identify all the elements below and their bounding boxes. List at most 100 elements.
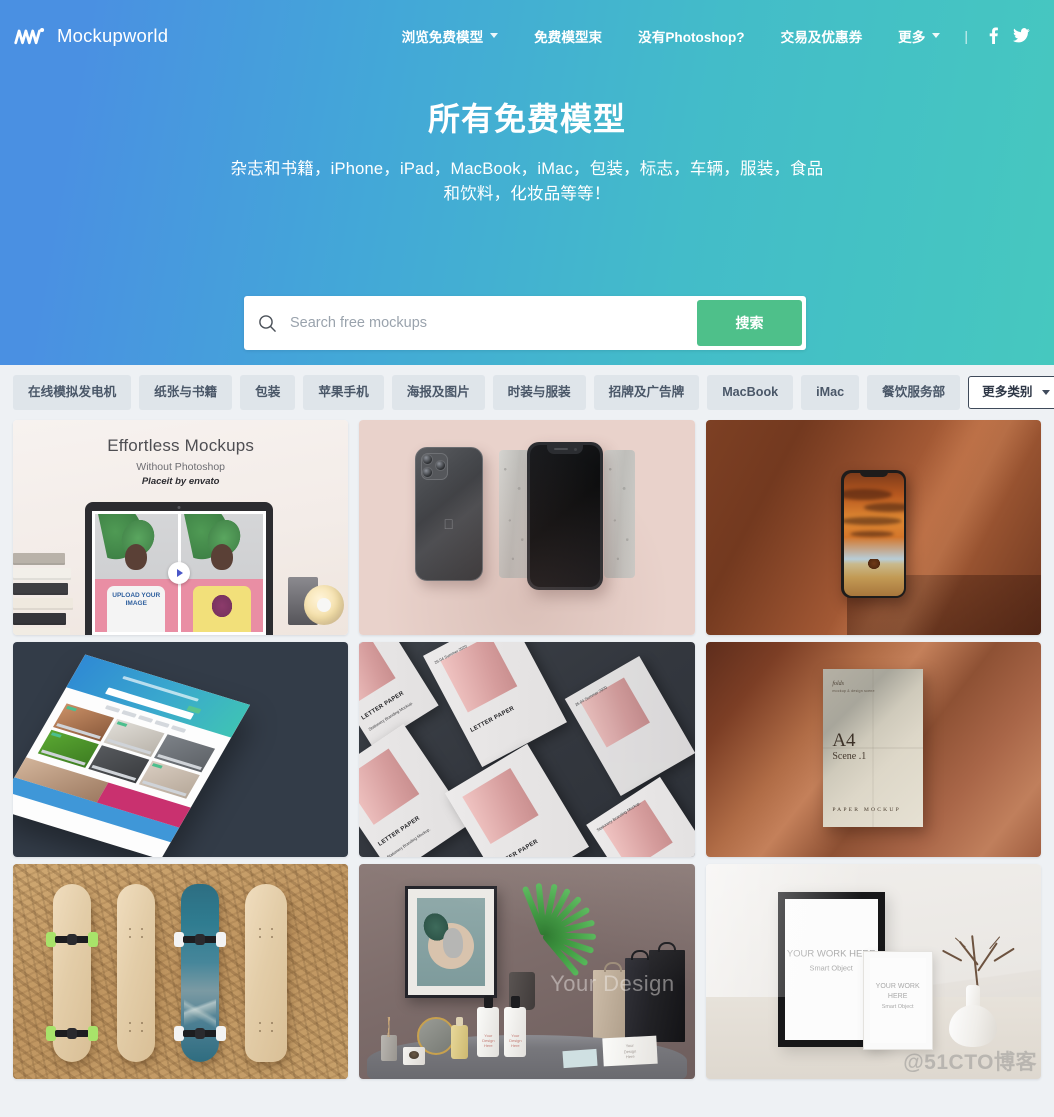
search-icon: [244, 296, 290, 350]
filter-chip-imac[interactable]: iMac: [801, 375, 860, 410]
letter-paper-scene: LETTER PAPER Stationery Branding Mockup.…: [359, 642, 695, 857]
skate-truck: [46, 932, 98, 947]
ad-background: Effortless Mockups Without Photoshop Pla…: [13, 420, 349, 635]
candle-jar: [403, 1047, 426, 1065]
nav-item-free-mockup-bundles[interactable]: 免费模型束: [516, 26, 620, 46]
a4-scene-label: Scene .1: [832, 751, 867, 762]
mockup-card-letter-paper[interactable]: LETTER PAPER Stationery Branding Mockup.…: [359, 642, 695, 857]
search-submit-button[interactable]: 搜索: [697, 300, 802, 346]
site-logo-link[interactable]: Mockupworld: [14, 25, 168, 47]
filter-chip-online-mockup-generator[interactable]: 在线模拟发电机: [13, 375, 132, 410]
filter-chip-paper-books[interactable]: 纸张与书籍: [139, 375, 233, 410]
mockup-card-frames-vase[interactable]: YOUR WORK HERE Smart Object YOUR WORK HE…: [705, 864, 1041, 1079]
your-design-overlay-text: Your Design: [550, 971, 675, 996]
skate-truck: [46, 1026, 98, 1041]
mockup-card-iphone-sunset[interactable]: [705, 420, 1041, 635]
skateboard-deck: [46, 884, 98, 1062]
filter-chip-apparel-clothing[interactable]: 时装与服装: [492, 375, 586, 410]
after-photo: [180, 514, 263, 632]
mockup-card-skateboards[interactable]: [13, 864, 349, 1079]
ad-title: Effortless Mockups: [107, 436, 255, 455]
folds-sublabel: mockup & design scene: [832, 689, 875, 693]
sunset-wallpaper: [843, 472, 904, 596]
nav-links: 浏览免费模型 免费模型束 没有Photoshop? 交易及优惠券 更多 |: [384, 25, 1032, 47]
skateboard-deck: [117, 884, 155, 1062]
iphone-pink-scene: : [359, 420, 695, 635]
letter-sheet: 26.04 Summer 2020: [565, 656, 695, 796]
iphone-sunset-device: [841, 470, 907, 598]
mockup-card-branding-scene[interactable]: Your Design Your Design Here Your Design Her…: [359, 864, 695, 1079]
mockup-card-website-slate[interactable]: [13, 642, 349, 857]
a4-footer-label: PAPER MOCKUP: [832, 807, 901, 813]
filter-chip-signage-billboards[interactable]: 招牌及广告牌: [593, 375, 700, 410]
mockup-card-placeit-ad[interactable]: Effortless Mockups Without Photoshop Pla…: [13, 420, 349, 635]
nav-item-browse-free-mockups[interactable]: 浏览免费模型: [384, 26, 517, 46]
filter-chip-posters-pictures[interactable]: 海报及图片: [391, 375, 485, 410]
laptop-device: UPLOAD YOUR IMAGE: [85, 502, 273, 635]
notch: [859, 470, 888, 477]
nav-item-deals-coupons[interactable]: 交易及优惠券: [763, 26, 881, 46]
brand-name: Mockupworld: [57, 24, 169, 46]
frame-placeholder-text: YOUR WORK HERE: [786, 948, 876, 960]
web-page-mockup: [13, 654, 251, 857]
skate-truck: [174, 1026, 226, 1041]
terracotta-scene: [705, 420, 1041, 635]
apple-logo-icon: : [443, 517, 456, 532]
osb-wood-scene: [13, 864, 349, 1079]
letter-sublabel: Stationery Branding Mockup.: [367, 700, 415, 732]
shirt-upload-text: UPLOAD YOUR IMAGE: [112, 592, 161, 608]
concrete-block-left: [499, 450, 531, 578]
letter-label: LETTER PAPER: [377, 815, 422, 848]
nav-label: 更多: [898, 29, 926, 45]
watermark: @51CTO博客: [903, 1051, 1037, 1074]
facebook-icon[interactable]: [982, 25, 1004, 47]
mockup-card-iphone-pink[interactable]: : [359, 420, 695, 635]
filter-chip-packaging[interactable]: 包装: [240, 375, 296, 410]
more-categories-label: 更多类别: [982, 385, 1033, 400]
filter-chip-food-beverage[interactable]: 餐饮服务部: [867, 375, 961, 410]
skate-truck: [174, 932, 226, 947]
chevron-down-icon: [1041, 390, 1050, 395]
nav-label: 没有Photoshop?: [638, 29, 745, 45]
notch: [547, 445, 584, 454]
lone-tree: [867, 558, 880, 569]
white-picture-frame: YOUR WORK HERE Smart Object: [863, 952, 932, 1049]
iphone-front: [527, 442, 604, 590]
filter-chip-more-categories[interactable]: 更多类别: [968, 376, 1054, 409]
search-bar: 搜索: [244, 296, 806, 350]
chevron-down-icon: [932, 33, 941, 38]
hero-title: 所有免费模型: [427, 101, 626, 137]
skateboard-deck: [245, 884, 287, 1062]
letter-label: LETTER PAPER: [469, 705, 516, 734]
a4-paper-sheet: folds mockup & design scene A4 Scene .1 …: [823, 669, 924, 827]
hero-section: Mockupworld 浏览免费模型 免费模型束 没有Photoshop? 交易…: [0, 0, 1054, 365]
nav-item-no-photoshop[interactable]: 没有Photoshop?: [620, 26, 762, 46]
mockup-card-a4-paper[interactable]: folds mockup & design scene A4 Scene .1 …: [705, 642, 1041, 857]
filter-chip-macbook[interactable]: MacBook: [707, 375, 794, 410]
nav-separator: |: [964, 27, 968, 44]
reed-diffuser: [381, 1017, 398, 1061]
twitter-icon[interactable]: [1010, 25, 1032, 47]
letter-label: LETTER PAPER: [494, 838, 540, 857]
hero-subtitle: 杂志和书籍，iPhone，iPad，MacBook，iMac，包装，标志，车辆，…: [230, 159, 824, 204]
search-input[interactable]: [290, 296, 697, 350]
letter-sheet: LETTER PAPER: [445, 743, 590, 857]
next-arrow-icon[interactable]: [168, 562, 190, 584]
branding-scene: Your Design Your Design Here Your Design Her…: [359, 864, 695, 1079]
nav-label: 交易及优惠券: [780, 29, 863, 45]
mockup-card-grid: Effortless Mockups Without Photoshop Pla…: [0, 420, 1054, 1079]
frame-smart-object-label: Smart Object: [809, 963, 853, 973]
white-interior-scene: YOUR WORK HERE Smart Object YOUR WORK HE…: [705, 864, 1041, 1079]
nav-item-more[interactable]: 更多: [880, 26, 958, 46]
top-navigation-bar: Mockupworld 浏览免费模型 免费模型束 没有Photoshop? 交易…: [0, 0, 1054, 71]
envelope-card: Your Design Here: [601, 1035, 658, 1067]
oil-bottle: [451, 1017, 469, 1059]
social-links: [978, 25, 1032, 47]
mockupworld-zigzag-logo-icon: [14, 25, 48, 47]
desk-props: [288, 567, 345, 625]
dried-branches: [931, 929, 1023, 992]
iphone-back: : [415, 447, 484, 581]
ad-brand: Placeit by envato: [141, 476, 220, 487]
filter-chip-iphone[interactable]: 苹果手机: [303, 375, 384, 410]
hero-body: 所有免费模型 杂志和书籍，iPhone，iPad，MacBook，iMac，包装…: [0, 71, 1054, 208]
